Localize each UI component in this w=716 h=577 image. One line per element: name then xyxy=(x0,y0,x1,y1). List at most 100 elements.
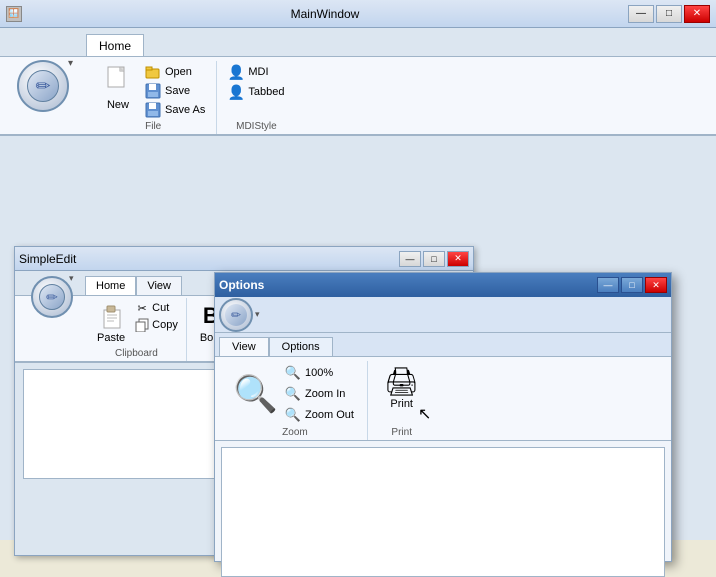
options-zoom-group-label: Zoom xyxy=(282,427,308,440)
main-tabbed-button[interactable]: 👤 Tabbed xyxy=(225,83,287,101)
se-paste-label: Paste xyxy=(97,332,125,344)
se-cut-icon: ✂ xyxy=(135,301,149,315)
se-copy-button[interactable]: Copy xyxy=(133,317,180,333)
options-print-group: 🖨 Print Print xyxy=(368,361,436,440)
main-maximize-button[interactable]: □ xyxy=(656,5,682,23)
main-window-title: MainWindow xyxy=(22,7,628,21)
main-qat-dropdown[interactable]: ▾ xyxy=(68,58,73,69)
main-title-icon: 🪟 xyxy=(6,6,22,22)
options-print-button[interactable]: 🖨 Print xyxy=(378,363,426,412)
options-print-group-label: Print xyxy=(391,427,412,440)
main-tabbed-label: Tabbed xyxy=(248,86,284,98)
options-maximize-button[interactable]: □ xyxy=(621,277,643,293)
main-file-small-group: Open Save xyxy=(142,63,208,119)
simpleedit-minimize-button[interactable]: — xyxy=(399,251,421,267)
main-saveas-button[interactable]: Save As xyxy=(142,101,208,119)
options-tab-view[interactable]: View xyxy=(219,337,269,356)
se-app-button[interactable]: ✏ xyxy=(31,276,73,318)
options-close-button[interactable]: ✕ xyxy=(645,277,667,293)
options-app-button-icon: ✏ xyxy=(225,304,247,326)
se-clipboard-group-items: Paste ✂ Cut xyxy=(93,300,180,346)
simpleedit-title-text: SimpleEdit xyxy=(19,252,76,266)
main-ribbon-tabbar: Home xyxy=(0,28,716,56)
se-cut-copy-group: ✂ Cut Copy xyxy=(133,300,180,333)
options-zoom-buttons: 🔍 100% 🔍 Zoom In 🔍 Zoom Out xyxy=(282,363,357,425)
main-file-group-label: File xyxy=(145,121,161,134)
options-zoomout-label: Zoom Out xyxy=(305,409,354,421)
options-qat-dropdown[interactable]: ▾ xyxy=(255,309,260,320)
main-saveas-icon xyxy=(145,102,161,118)
main-new-button[interactable]: New xyxy=(98,63,138,113)
simpleedit-titlebar: SimpleEdit — □ ✕ xyxy=(15,247,473,271)
options-zoom-large-icon[interactable]: 🔍 xyxy=(233,373,278,415)
se-paste-icon xyxy=(97,302,125,330)
options-zoomin-icon: 🔍 xyxy=(285,386,301,402)
options-zoomin-button[interactable]: 🔍 Zoom In xyxy=(282,384,357,404)
main-file-group: New Open xyxy=(90,61,217,134)
main-open-icon xyxy=(145,64,161,80)
se-tab-home[interactable]: Home xyxy=(85,276,136,295)
options-zoom-group-items: 🔍 🔍 100% 🔍 Zoom In 🔍 xyxy=(233,363,357,425)
main-mdi-button[interactable]: 👤 MDI xyxy=(225,63,287,81)
options-zoom-icon: 🔍 xyxy=(285,365,301,381)
options-title-text: Options xyxy=(219,278,264,292)
options-ribbon-content: 🔍 🔍 100% 🔍 Zoom In 🔍 xyxy=(215,357,671,441)
options-100-label: 100% xyxy=(305,367,333,379)
main-open-button[interactable]: Open xyxy=(142,63,208,81)
options-print-label: Print xyxy=(390,398,413,410)
main-minimize-button[interactable]: — xyxy=(628,5,654,23)
options-minimize-button[interactable]: — xyxy=(597,277,619,293)
options-print-icon: 🖨 xyxy=(384,365,420,398)
options-zoom-group: 🔍 🔍 100% 🔍 Zoom In 🔍 xyxy=(223,361,368,440)
options-titlebar: Options — □ ✕ xyxy=(215,273,671,297)
main-window-controls: — □ ✕ xyxy=(628,5,710,23)
main-window-body: Home ✏ ▾ New xyxy=(0,28,716,540)
simpleedit-maximize-button[interactable]: □ xyxy=(423,251,445,267)
main-file-group-items: New Open xyxy=(98,63,208,119)
main-ribbon-content: New Open xyxy=(0,56,716,136)
main-app-button[interactable]: ✏ xyxy=(17,60,69,112)
main-titlebar: 🪟 MainWindow — □ ✕ xyxy=(0,0,716,28)
options-dialog: Options — □ ✕ ✏ ▾ View Options xyxy=(214,272,672,562)
se-paste-button[interactable]: Paste xyxy=(93,300,129,346)
main-app-button-icon: ✏ xyxy=(27,70,59,102)
main-tab-home[interactable]: Home xyxy=(86,34,144,56)
simpleedit-controls: — □ ✕ xyxy=(399,251,469,267)
main-tabbed-icon: 👤 xyxy=(228,84,244,100)
options-app-button[interactable]: ✏ xyxy=(219,298,253,332)
main-close-button[interactable]: ✕ xyxy=(684,5,710,23)
main-new-icon xyxy=(102,65,134,97)
options-tab-options[interactable]: Options xyxy=(269,337,333,356)
main-mdi-icon: 👤 xyxy=(228,64,244,80)
se-clipboard-group: Paste ✂ Cut xyxy=(87,298,187,361)
main-saveas-label: Save As xyxy=(165,104,205,116)
main-qat-area: ✏ xyxy=(0,56,86,116)
options-ribbon-tabbar: View Options xyxy=(215,333,671,357)
se-qat: ✏ xyxy=(19,271,85,323)
main-save-label: Save xyxy=(165,85,190,97)
simpleedit-close-button[interactable]: ✕ xyxy=(447,251,469,267)
se-copy-icon xyxy=(135,318,149,332)
main-mdi-buttons: 👤 MDI 👤 Tabbed xyxy=(225,63,287,101)
main-save-icon xyxy=(145,83,161,99)
options-zoomout-icon: 🔍 xyxy=(285,407,301,423)
se-qat-dropdown[interactable]: ▾ xyxy=(69,273,74,284)
main-open-label: Open xyxy=(165,66,192,78)
options-zoomin-label: Zoom In xyxy=(305,388,345,400)
options-controls: — □ ✕ xyxy=(597,277,667,293)
options-zoomout-button[interactable]: 🔍 Zoom Out xyxy=(282,405,357,425)
options-print-group-items: 🖨 Print xyxy=(378,363,426,425)
options-content-area xyxy=(221,447,665,577)
options-qat-area: ✏ ▾ xyxy=(215,297,671,333)
main-mdi-label: MDI xyxy=(248,66,268,78)
options-zoom-area: 🔍 🔍 100% 🔍 Zoom In 🔍 xyxy=(233,363,357,425)
main-new-label: New xyxy=(107,99,129,111)
se-app-button-icon: ✏ xyxy=(39,284,65,310)
main-mdistyle-group: 👤 MDI 👤 Tabbed MDIStyle xyxy=(217,61,295,134)
se-tab-view[interactable]: View xyxy=(136,276,182,295)
se-cut-button[interactable]: ✂ Cut xyxy=(133,300,180,316)
options-100-button[interactable]: 🔍 100% xyxy=(282,363,357,383)
se-copy-label: Copy xyxy=(152,319,178,331)
main-mdistyle-group-label: MDIStyle xyxy=(236,121,277,134)
main-save-button[interactable]: Save xyxy=(142,82,208,100)
